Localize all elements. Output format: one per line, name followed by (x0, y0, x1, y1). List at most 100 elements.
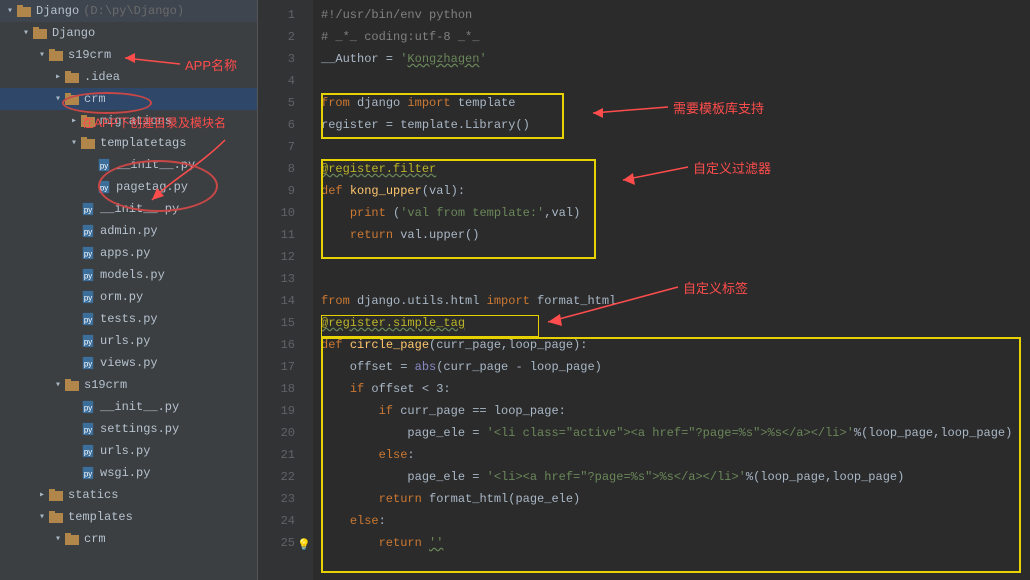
python-file-icon: py (96, 179, 112, 195)
expand-arrow-icon[interactable]: ▾ (52, 533, 64, 545)
folder-Django[interactable]: ▾ Django (0, 22, 257, 44)
svg-text:py: py (84, 338, 92, 347)
folder-icon (80, 115, 96, 127)
python-file-icon: py (80, 201, 96, 217)
folder-s19crm[interactable]: ▾s19crm (0, 374, 257, 396)
folder-s19crm[interactable]: ▾s19crm (0, 44, 257, 66)
python-file-icon: py (80, 465, 96, 481)
code-line[interactable]: return '' (313, 532, 1030, 554)
svg-text:py: py (84, 316, 92, 325)
folder-crm[interactable]: ▾ crm (0, 528, 257, 550)
code-line[interactable] (313, 70, 1030, 92)
tree-item-label: urls.py (100, 334, 150, 348)
code-line[interactable]: from django import template (313, 92, 1030, 114)
line-number: 1 (258, 4, 313, 26)
line-number: 7 (258, 136, 313, 158)
file-settings-py[interactable]: pysettings.py (0, 418, 257, 440)
folder-migrations[interactable]: ▸ migrations (0, 110, 257, 132)
project-tree-panel[interactable]: ▾Django(D:\py\Django)▾Django▾s19crm▸.ide… (0, 0, 258, 580)
code-line[interactable]: if curr_page == loop_page: (313, 400, 1030, 422)
expand-arrow-icon[interactable]: ▾ (52, 379, 64, 391)
expand-arrow-icon[interactable]: ▾ (52, 93, 64, 105)
svg-text:py: py (100, 184, 108, 193)
line-number: 5 (258, 92, 313, 114)
code-line[interactable]: #!/usr/bin/env python (313, 4, 1030, 26)
expand-arrow-icon[interactable]: ▾ (4, 5, 16, 17)
tree-item-label: migrations (100, 114, 172, 128)
folder--idea[interactable]: ▸.idea (0, 66, 257, 88)
svg-text:py: py (84, 228, 92, 237)
file-urls-py[interactable]: py urls.py (0, 440, 257, 462)
folder-templates[interactable]: ▾templates (0, 506, 257, 528)
code-line[interactable]: print ('val from template:',val) (313, 202, 1030, 224)
code-line[interactable]: page_ele = '<li class="active"><a href="… (313, 422, 1030, 444)
line-number: 4 (258, 70, 313, 92)
code-line[interactable]: def circle_page(curr_page,loop_page): (313, 334, 1030, 356)
folder-crm[interactable]: ▾ crm (0, 88, 257, 110)
file-views-py[interactable]: py views.py (0, 352, 257, 374)
tree-item-label: crm (84, 532, 106, 546)
code-line[interactable]: return format_html(page_ele) (313, 488, 1030, 510)
line-number: 2 (258, 26, 313, 48)
python-file-icon: py (80, 333, 96, 349)
python-file-icon: py (80, 311, 96, 327)
code-line[interactable]: page_ele = '<li><a href="?page=%s">%s</a… (313, 466, 1030, 488)
code-line[interactable]: from django.utils.html import format_htm… (313, 290, 1030, 312)
tree-item-label: crm (84, 92, 106, 106)
file-admin-py[interactable]: pyadmin.py (0, 220, 257, 242)
file-urls-py[interactable]: py urls.py (0, 330, 257, 352)
folder-statics[interactable]: ▸statics (0, 484, 257, 506)
code-line[interactable] (313, 136, 1030, 158)
code-line[interactable] (313, 268, 1030, 290)
tree-item-label: urls.py (100, 444, 150, 458)
file-__init__-py[interactable]: py__init__.py (0, 154, 257, 176)
python-file-icon: py (80, 443, 96, 459)
code-line[interactable]: else: (313, 444, 1030, 466)
line-number: 3 (258, 48, 313, 70)
python-file-icon: py (80, 355, 96, 371)
code-line[interactable]: def kong_upper(val): (313, 180, 1030, 202)
tree-item-label: Django (52, 26, 95, 40)
code-line[interactable]: @register.filter (313, 158, 1030, 180)
expand-arrow-icon[interactable]: ▾ (36, 511, 48, 523)
line-number: 15 (258, 312, 313, 334)
code-line[interactable]: @register.simple_tag (313, 312, 1030, 334)
folder-icon (16, 5, 32, 17)
svg-text:py: py (84, 426, 92, 435)
file-tests-py[interactable]: pytests.py (0, 308, 257, 330)
code-line[interactable]: register = template.Library() (313, 114, 1030, 136)
svg-text:py: py (84, 206, 92, 215)
code-body[interactable]: 需要模板库支持 自定义过滤器 自定义标签 #!/usr/bin/env pyth… (313, 0, 1030, 580)
code-line[interactable]: # _*_ coding:utf-8 _*_ (313, 26, 1030, 48)
python-file-icon: py (80, 421, 96, 437)
code-line[interactable]: if offset < 3: (313, 378, 1030, 400)
intention-bulb-icon[interactable]: 💡 (297, 535, 311, 557)
file-__init__-py[interactable]: py__init__.py (0, 396, 257, 418)
file-apps-py[interactable]: pyapps.py (0, 242, 257, 264)
code-line[interactable]: offset = abs(curr_page - loop_page) (313, 356, 1030, 378)
svg-text:py: py (84, 272, 92, 281)
expand-arrow-icon[interactable]: ▾ (20, 27, 32, 39)
folder-icon (64, 533, 80, 545)
file-pagetag-py[interactable]: pypagetag.py (0, 176, 257, 198)
expand-arrow-icon[interactable]: ▸ (36, 489, 48, 501)
line-number: 8 (258, 158, 313, 180)
tree-item-label: wsgi.py (100, 466, 150, 480)
file-__init__-py[interactable]: py__init__.py (0, 198, 257, 220)
expand-arrow-icon[interactable]: ▾ (36, 49, 48, 61)
code-line[interactable]: return val.upper() (313, 224, 1030, 246)
file-wsgi-py[interactable]: py wsgi.py (0, 462, 257, 484)
code-line[interactable]: __Author = 'Kongzhagen' (313, 48, 1030, 70)
expand-arrow-icon[interactable]: ▾ (68, 137, 80, 149)
tree-item-label: views.py (100, 356, 158, 370)
expand-arrow-icon[interactable]: ▸ (68, 115, 80, 127)
file-models-py[interactable]: pymodels.py (0, 264, 257, 286)
python-file-icon: py (80, 223, 96, 239)
file-orm-py[interactable]: pyorm.py (0, 286, 257, 308)
tree-item-label: Django (36, 4, 79, 18)
expand-arrow-icon[interactable]: ▸ (52, 71, 64, 83)
code-line[interactable]: else: (313, 510, 1030, 532)
folder-templatetags[interactable]: ▾templatetags (0, 132, 257, 154)
code-line[interactable] (313, 246, 1030, 268)
folder-Django[interactable]: ▾Django(D:\py\Django) (0, 0, 257, 22)
